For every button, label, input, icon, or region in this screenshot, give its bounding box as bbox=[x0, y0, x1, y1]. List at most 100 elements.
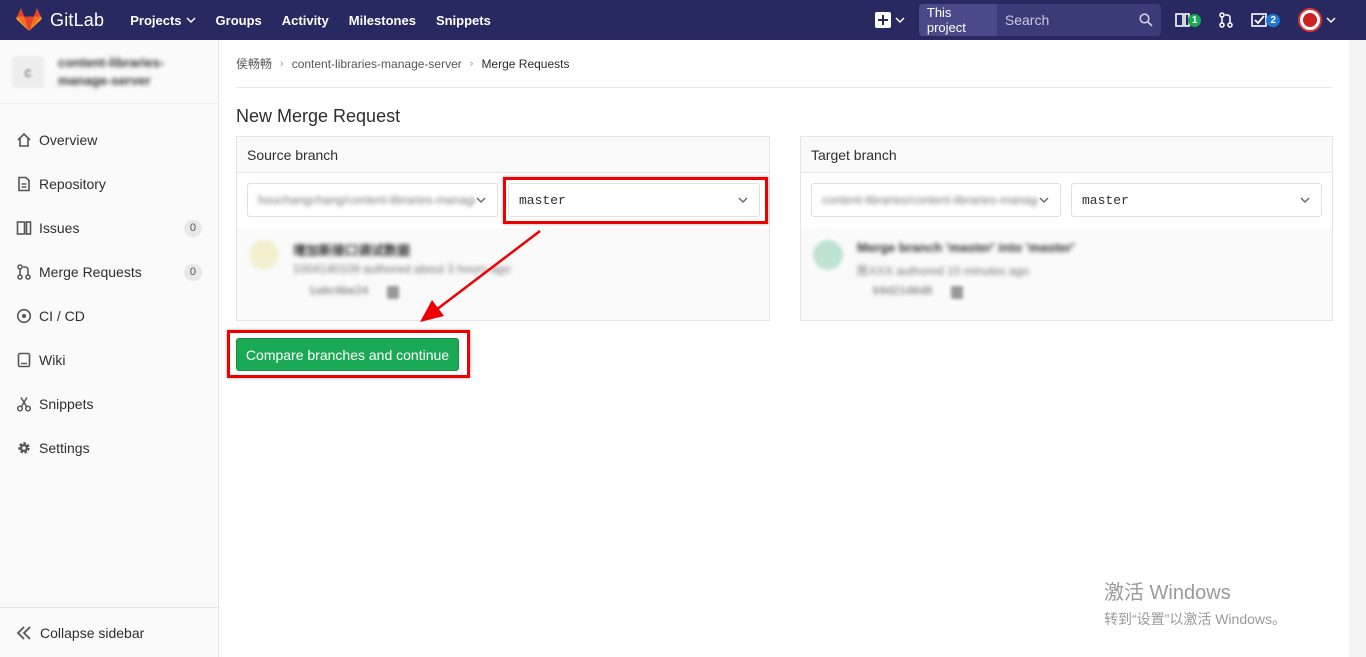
search-icon-box[interactable] bbox=[1138, 4, 1161, 36]
sidebar-item-label: Merge Requests bbox=[39, 264, 142, 280]
chevron-right-icon: › bbox=[280, 57, 284, 70]
commit-meta: 陈XXX authored 10 minutes ago bbox=[857, 264, 1030, 278]
nav-right: This project 1 2 bbox=[874, 4, 1366, 36]
sidebar-item-label: Settings bbox=[39, 440, 90, 456]
brand-name: GitLab bbox=[50, 9, 105, 30]
todos-nav-button[interactable]: 2 bbox=[1251, 12, 1280, 28]
breadcrumb-group[interactable]: 侯畅畅 bbox=[236, 55, 272, 72]
collapse-sidebar-label: Collapse sidebar bbox=[40, 624, 145, 641]
source-project-dropdown[interactable]: houchangchang/content-libraries-manage-s… bbox=[247, 183, 498, 217]
scissors-icon bbox=[16, 396, 32, 412]
chevron-right-icon: › bbox=[469, 57, 474, 70]
sidebar-item-issues[interactable]: Issues 0 bbox=[0, 206, 218, 250]
user-menu[interactable] bbox=[1298, 8, 1336, 32]
target-project-value: content-libraries/content-libraries-mana… bbox=[822, 193, 1038, 207]
copy-icon[interactable] bbox=[951, 286, 963, 299]
chevron-down-icon bbox=[895, 17, 905, 24]
gitlab-logo-icon bbox=[16, 8, 42, 31]
sidebar-item-label: Issues bbox=[39, 220, 80, 236]
issues-badge: 1 bbox=[1187, 13, 1202, 27]
search-input[interactable] bbox=[996, 4, 1139, 36]
sidebar-item-label: Snippets bbox=[39, 396, 94, 412]
nav-snippets[interactable]: Snippets bbox=[436, 13, 491, 28]
issues-nav-button[interactable]: 1 bbox=[1175, 12, 1202, 28]
target-branch-header: Target branch bbox=[801, 137, 1332, 173]
todos-badge: 2 bbox=[1266, 13, 1280, 27]
commit-title[interactable]: 增加新接口调试数据 bbox=[293, 240, 410, 259]
sidebar-item-settings[interactable]: Settings bbox=[0, 426, 218, 470]
avatar bbox=[1298, 8, 1322, 32]
breadcrumb-current[interactable]: Merge Requests bbox=[481, 57, 569, 71]
source-branch-highlight bbox=[503, 177, 768, 224]
sidebar-item-snippets[interactable]: Snippets bbox=[0, 382, 218, 426]
issues-icon bbox=[16, 220, 32, 236]
doc-icon bbox=[16, 176, 32, 192]
merge-requests-nav-button[interactable] bbox=[1219, 12, 1234, 28]
nav-projects-label: Projects bbox=[130, 12, 182, 28]
watermark-title: 激活 Windows bbox=[1104, 582, 1231, 604]
source-branch-header: Source branch bbox=[237, 137, 769, 173]
source-commit-preview: 增加新接口调试数据 1004140109 authored about 3 ho… bbox=[237, 228, 769, 320]
nav-milestones[interactable]: Milestones bbox=[349, 13, 416, 28]
breadcrumb: 侯畅畅 › content-libraries-manage-server › … bbox=[236, 40, 1333, 88]
page-title: New Merge Request bbox=[236, 106, 401, 126]
nav-activity[interactable]: Activity bbox=[282, 13, 329, 28]
sidebar-project-header[interactable]: c content-libraries-manage-server bbox=[0, 40, 218, 104]
watermark-subtitle: 转到“设置”以激活 Windows。 bbox=[1104, 611, 1287, 627]
merge-requests-count-badge: 0 bbox=[183, 263, 202, 281]
target-project-dropdown[interactable]: content-libraries/content-libraries-mana… bbox=[811, 183, 1061, 217]
commit-title[interactable]: Merge branch 'master' into 'master' bbox=[857, 240, 1075, 255]
chevron-down-icon bbox=[1039, 197, 1049, 203]
avatar-image bbox=[1303, 13, 1317, 27]
commit-author-avatar bbox=[813, 240, 843, 270]
plus-icon bbox=[874, 12, 891, 28]
collapse-sidebar-button[interactable]: Collapse sidebar bbox=[0, 607, 218, 657]
nav-projects[interactable]: Projects bbox=[130, 12, 196, 28]
sidebar-item-label: Repository bbox=[39, 176, 106, 192]
commit-sha[interactable]: 1a6c0be24 bbox=[309, 286, 368, 298]
target-branch-selectors: content-libraries/content-libraries-mana… bbox=[801, 173, 1332, 228]
commit-sha[interactable]: b9d21d6d8 bbox=[873, 286, 932, 298]
book-icon bbox=[16, 352, 32, 368]
copy-icon[interactable] bbox=[387, 286, 399, 299]
page-scrollbar[interactable] bbox=[1349, 40, 1366, 657]
project-avatar: c bbox=[12, 55, 44, 88]
sidebar-item-label: CI / CD bbox=[39, 308, 85, 324]
chevron-down-icon bbox=[1326, 17, 1336, 24]
chevron-down-icon bbox=[476, 197, 486, 203]
target-commit-preview: Merge branch 'master' into 'master' 陈XXX… bbox=[801, 228, 1332, 320]
top-navbar: GitLab Projects Groups Activity Mileston… bbox=[0, 0, 1366, 40]
target-branch-dropdown[interactable]: master bbox=[1071, 183, 1322, 217]
target-branch-panel: Target branch content-libraries/content-… bbox=[800, 136, 1333, 321]
compare-branches-button[interactable]: Compare branches and continue bbox=[236, 338, 459, 371]
sidebar-item-label: Wiki bbox=[39, 352, 66, 368]
gear-icon bbox=[16, 440, 32, 456]
sidebar-item-repository[interactable]: Repository bbox=[0, 162, 218, 206]
chevron-down-icon bbox=[1300, 197, 1310, 203]
git-merge-icon bbox=[1219, 12, 1234, 28]
nav-groups[interactable]: Groups bbox=[216, 13, 262, 28]
sidebar: c content-libraries-manage-server Overvi… bbox=[0, 40, 219, 657]
new-dropdown-button[interactable] bbox=[874, 12, 905, 28]
nav-links: Projects Groups Activity Milestones Snip… bbox=[130, 13, 511, 28]
sidebar-item-merge-requests[interactable]: Merge Requests 0 bbox=[0, 250, 218, 294]
target-branch-value: master bbox=[1082, 192, 1129, 208]
double-chevron-left-icon bbox=[16, 625, 31, 640]
sidebar-item-label: Overview bbox=[39, 132, 98, 148]
breadcrumb-project[interactable]: content-libraries-manage-server bbox=[292, 57, 462, 71]
commit-author-avatar bbox=[249, 240, 279, 270]
windows-activation-watermark: 激活 Windows 转到“设置”以激活 Windows。 bbox=[1104, 576, 1286, 629]
brand[interactable]: GitLab bbox=[16, 8, 104, 32]
sidebar-item-ci-cd[interactable]: CI / CD bbox=[0, 294, 218, 338]
sidebar-item-overview[interactable]: Overview bbox=[0, 118, 218, 162]
git-merge-icon bbox=[16, 264, 32, 280]
rocket-icon bbox=[16, 308, 32, 324]
search-icon bbox=[1139, 13, 1153, 27]
sidebar-item-wiki[interactable]: Wiki bbox=[0, 338, 218, 382]
main-content: 侯畅畅 › content-libraries-manage-server › … bbox=[236, 40, 1333, 321]
commit-meta: 1004140109 authored about 3 hours ago bbox=[293, 262, 511, 276]
source-branch-panel: Source branch houchangchang/content-libr… bbox=[236, 136, 770, 321]
search-box: This project bbox=[918, 4, 1161, 36]
search-scope[interactable]: This project bbox=[918, 4, 997, 36]
chevron-down-icon bbox=[186, 17, 196, 24]
